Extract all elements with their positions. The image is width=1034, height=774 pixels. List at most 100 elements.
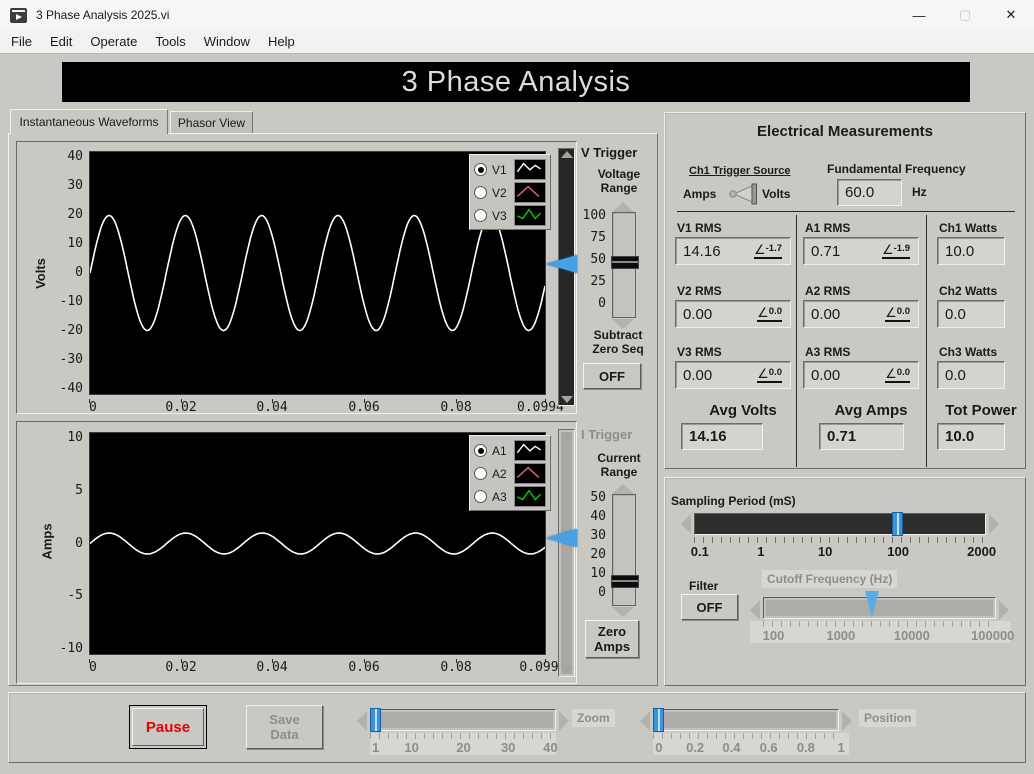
position-handle[interactable] — [653, 708, 664, 732]
zoom-slider[interactable] — [370, 708, 556, 732]
sampling-scale-label: 10 — [817, 544, 833, 559]
v-trigger-level-pointer-icon[interactable] — [546, 255, 577, 273]
close-button[interactable]: ✕ — [988, 0, 1034, 30]
v2-radio[interactable] — [474, 186, 487, 199]
v3-plot-style-icon[interactable] — [514, 205, 546, 226]
v3-radio[interactable] — [474, 209, 487, 222]
maximize-button[interactable]: ▢ — [942, 0, 988, 30]
zero-amps-button[interactable]: Zero Amps — [585, 620, 639, 658]
amps-legend: A1 A2 A3 — [469, 435, 551, 511]
volts-ytick: -20 — [59, 323, 83, 338]
amps-xtickmark — [181, 659, 182, 663]
current-range-up-arrow-icon[interactable] — [612, 484, 634, 494]
zoom-left-arrow-icon[interactable] — [357, 711, 367, 731]
menu-item-operate[interactable]: Operate — [81, 32, 146, 51]
tab-phasor-view[interactable]: Phasor View — [170, 111, 253, 134]
position-right-arrow-icon[interactable] — [842, 711, 852, 731]
sampling-scale-label: 1 — [757, 544, 765, 559]
menu-item-help[interactable]: Help — [259, 32, 304, 51]
v-trigger-title: V Trigger — [581, 145, 638, 160]
v-trigger-down-arrow-icon[interactable] — [561, 396, 573, 403]
v1-radio[interactable] — [474, 163, 487, 176]
zoom-right-arrow-icon[interactable] — [559, 711, 569, 731]
i-trigger-level-pointer-icon[interactable] — [546, 529, 577, 547]
a1-radio[interactable] — [474, 444, 487, 457]
v1-rms-label: V1 RMS — [677, 221, 722, 235]
sampling-period-handle[interactable] — [892, 512, 903, 536]
i-trigger-up-arrow-icon[interactable] — [561, 432, 573, 439]
i-trigger-down-arrow-icon[interactable] — [561, 667, 573, 674]
v2-rms-label: V2 RMS — [677, 284, 722, 298]
ch2-watts-value: 0.0 — [937, 300, 1005, 328]
sampling-left-arrow-icon[interactable] — [681, 514, 691, 534]
current-range-down-arrow-icon[interactable] — [612, 607, 634, 617]
trigger-source-switch-icon[interactable] — [727, 181, 763, 207]
minimize-button[interactable]: — — [896, 0, 942, 30]
zoom-handle[interactable] — [370, 708, 381, 732]
a1-rms-label: A1 RMS — [805, 221, 851, 235]
position-left-arrow-icon[interactable] — [640, 711, 650, 731]
voltage-range-handle[interactable] — [611, 256, 639, 269]
v-trigger-panel: V Trigger Voltage Range 100 75 50 25 0 Subtr… — [578, 141, 658, 414]
menu-item-file[interactable]: File — [2, 32, 41, 51]
sampling-period-slider[interactable] — [694, 512, 986, 536]
a3-plot-style-icon[interactable] — [514, 486, 546, 507]
a1-plot-style-icon[interactable] — [514, 440, 546, 461]
pause-button[interactable]: Pause — [129, 705, 207, 749]
a3-legend-label: A3 — [492, 489, 507, 504]
voltage-range-slider[interactable] — [611, 212, 639, 318]
cutoff-scale-label: 10000 — [893, 628, 930, 643]
divider — [677, 211, 1015, 212]
zoom-scale-label: 30 — [500, 740, 516, 755]
v1-plot-style-icon[interactable] — [514, 159, 546, 180]
volts-xtick: 0.04 — [256, 400, 288, 415]
divider — [796, 215, 797, 467]
a2-plot-style-icon[interactable] — [514, 463, 546, 484]
a1-rms-value: 0.71 ∠-1.9 — [803, 237, 919, 265]
current-range-scale-label: 40 — [590, 509, 606, 524]
subtract-zero-seq-button[interactable]: OFF — [583, 363, 641, 389]
i-trigger-level-slider[interactable] — [558, 429, 575, 677]
current-range-handle[interactable] — [611, 575, 639, 588]
position-scale-label: 1 — [837, 740, 845, 755]
cutoff-left-arrow-icon[interactable] — [750, 600, 760, 620]
volts-xtick: 0.0994 — [517, 400, 564, 415]
save-data-button[interactable]: Save Data — [246, 705, 323, 749]
filter-label: Filter — [689, 579, 719, 593]
a2-legend-row: A2 — [474, 462, 550, 485]
cutoff-frequency-label: Cutoff Frequency (Hz) — [762, 570, 898, 588]
current-range-label: Current Range — [597, 451, 641, 479]
current-range-scale-label: 10 — [590, 566, 606, 581]
v-trigger-up-arrow-icon[interactable] — [561, 151, 573, 158]
tab-instantaneous-waveforms[interactable]: Instantaneous Waveforms — [10, 109, 168, 134]
v3-legend-row: V3 — [474, 204, 550, 227]
cutoff-right-arrow-icon[interactable] — [999, 600, 1009, 620]
fundamental-frequency-label: Fundamental Frequency — [827, 162, 966, 176]
menu-item-tools[interactable]: Tools — [146, 32, 194, 51]
a2-radio[interactable] — [474, 467, 487, 480]
sampling-scale-label: 100 — [887, 544, 909, 559]
filter-off-button[interactable]: OFF — [681, 594, 738, 620]
v2-plot-style-icon[interactable] — [514, 182, 546, 203]
avg-amps-value: 0.71 — [819, 423, 904, 450]
phase-angle: ∠0.0 — [757, 305, 782, 322]
phase-angle: ∠0.0 — [757, 366, 782, 383]
position-scale-label: 0.4 — [722, 740, 741, 755]
v3-rms-label: V3 RMS — [677, 345, 722, 359]
voltage-range-up-arrow-icon[interactable] — [612, 202, 634, 212]
avg-volts-value: 14.16 — [681, 423, 763, 450]
volts-xtickmark — [272, 399, 273, 403]
current-range-scale-label: 50 — [590, 490, 606, 505]
cutoff-frequency-slider[interactable] — [763, 591, 996, 619]
window-title: 3 Phase Analysis 2025.vi — [36, 8, 170, 22]
current-range-slider[interactable] — [611, 494, 639, 606]
volts-xtickmark — [181, 399, 182, 403]
v-trigger-level-slider[interactable] — [558, 148, 575, 406]
menu-item-window[interactable]: Window — [195, 32, 259, 51]
menu-item-edit[interactable]: Edit — [41, 32, 81, 51]
sampling-right-arrow-icon[interactable] — [989, 514, 999, 534]
cutoff-pointer-icon[interactable] — [865, 591, 879, 618]
cutoff-scale-label: 1000 — [826, 628, 856, 643]
position-slider[interactable] — [653, 708, 839, 732]
a3-radio[interactable] — [474, 490, 487, 503]
